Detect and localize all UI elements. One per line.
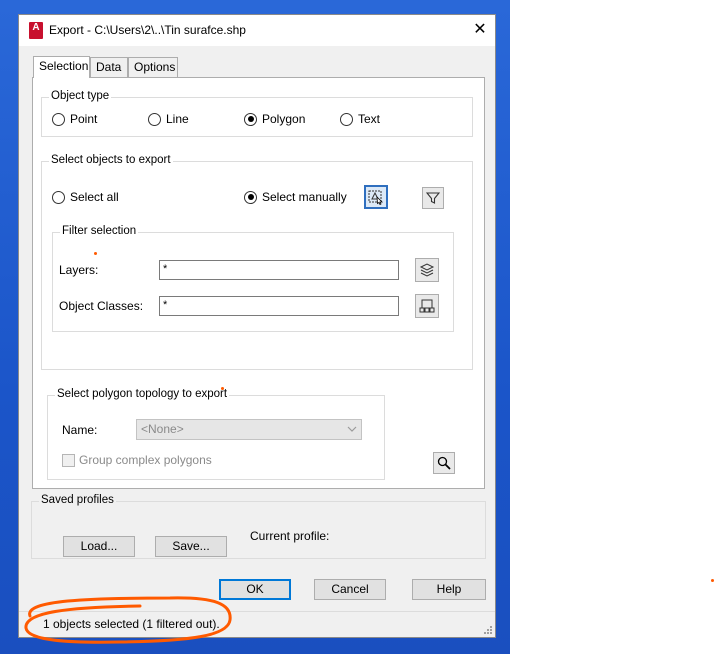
annotation-highlight	[24, 596, 232, 644]
tab-selection[interactable]: Selection	[33, 56, 90, 78]
